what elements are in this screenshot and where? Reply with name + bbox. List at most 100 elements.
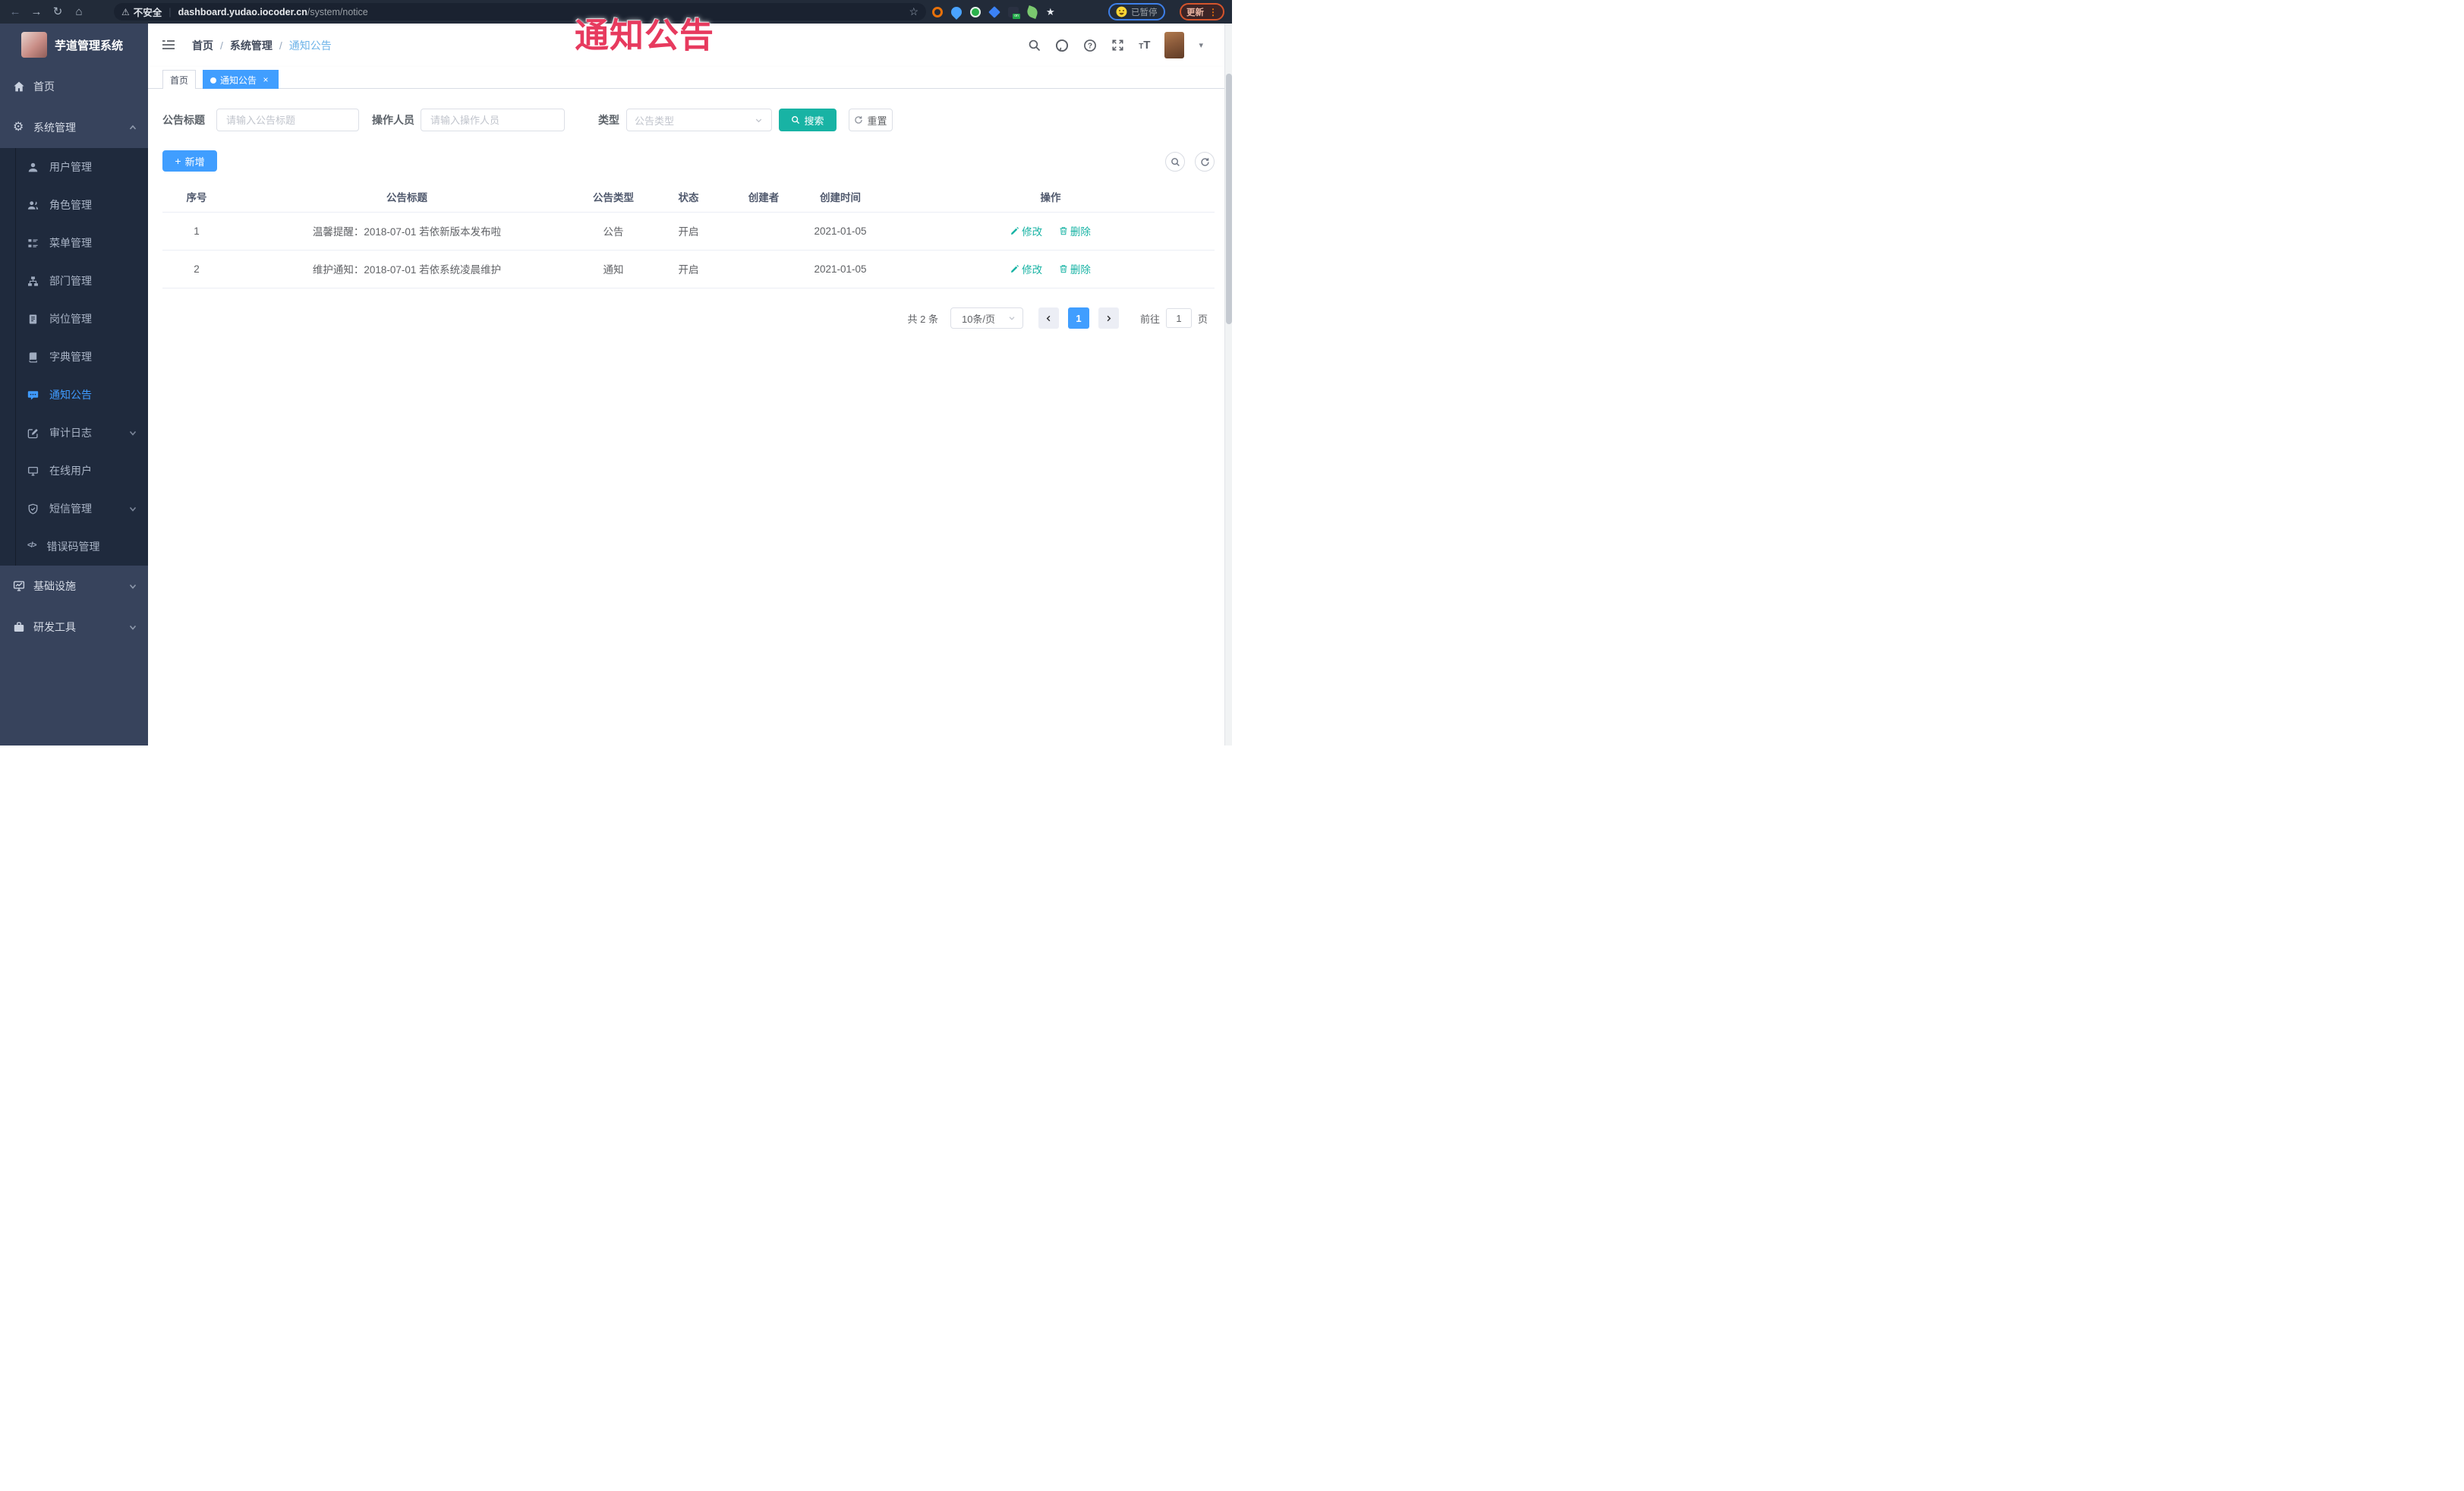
- edit-icon: [1011, 265, 1019, 273]
- sidebar-item-notices[interactable]: 通知公告: [0, 376, 148, 414]
- sidebar-item-label: 错误码管理: [46, 541, 100, 553]
- sidebar-item-infrastructure[interactable]: 基础设施: [0, 566, 148, 607]
- top-navbar: 首页 / 系统管理 / 通知公告 ? TT ▾: [148, 24, 1224, 67]
- security-warning-label[interactable]: 不安全: [134, 5, 162, 19]
- sidebar: 芋道管理系统 首页 ⚙ 系统管理 用户管理 角色管理 菜单管理 部门管理 岗位管…: [0, 24, 148, 746]
- fullscreen-icon[interactable]: [1111, 39, 1124, 52]
- sidebar-item-system[interactable]: ⚙ 系统管理: [0, 107, 148, 148]
- page-content: 公告标题 操作人员 类型 公告类型 搜索 重置 + 新增: [148, 89, 1224, 746]
- prev-page-button[interactable]: [1038, 307, 1059, 329]
- avatar-caret-icon[interactable]: ▾: [1199, 40, 1203, 50]
- navbar-actions: ? TT ▾: [1028, 24, 1203, 67]
- browser-menu-icon[interactable]: ⋮: [1208, 7, 1218, 17]
- goto-page-input[interactable]: [1165, 308, 1192, 328]
- notice-title-input[interactable]: [216, 109, 359, 131]
- address-bar[interactable]: ⚠ 不安全 | dashboard.yudao.iocoder.cn/syste…: [114, 3, 926, 20]
- browser-home-icon[interactable]: ⌂: [68, 0, 90, 24]
- extension-green-icon[interactable]: [970, 6, 981, 17]
- profile-paused-badge[interactable]: 已暂停: [1108, 3, 1165, 20]
- delete-link[interactable]: 删除: [1059, 261, 1091, 276]
- chevron-down-icon: [754, 115, 764, 125]
- extension-leaf-icon[interactable]: [1026, 5, 1039, 19]
- chevron-left-icon: [1046, 315, 1051, 321]
- sidebar-item-label: 字典管理: [49, 351, 92, 363]
- monitor-chart-icon: [13, 580, 25, 592]
- sidebar-item-roles[interactable]: 角色管理: [0, 186, 148, 224]
- sidebar-item-label: 系统管理: [33, 121, 76, 134]
- add-button-label: 新增: [184, 156, 205, 168]
- cell-operation: 修改 删除: [887, 212, 1215, 251]
- refresh-icon: [855, 116, 863, 124]
- edit-label: 修改: [1022, 264, 1043, 276]
- sidebar-item-online-users[interactable]: 在线用户: [0, 452, 148, 490]
- sidebar-item-users[interactable]: 用户管理: [0, 148, 148, 186]
- chevron-up-icon: [128, 123, 137, 132]
- add-button[interactable]: + 新增: [162, 150, 217, 172]
- user-icon: [27, 162, 39, 173]
- extension-diamond-icon[interactable]: [988, 5, 1000, 18]
- tab-close-icon[interactable]: ×: [260, 74, 271, 86]
- tab-home[interactable]: 首页: [162, 70, 197, 90]
- sidebar-toggle-icon[interactable]: [162, 39, 175, 51]
- bookmark-star-icon[interactable]: ☆: [909, 5, 918, 18]
- help-icon[interactable]: ?: [1083, 39, 1097, 52]
- extension-ring-icon[interactable]: [932, 6, 943, 17]
- chevron-down-icon: [128, 623, 137, 632]
- sidebar-item-audit-log[interactable]: 审计日志: [0, 414, 148, 452]
- sidebar-item-menus[interactable]: 菜单管理: [0, 224, 148, 262]
- browser-update-button[interactable]: 更新 ⋮: [1180, 3, 1224, 20]
- page-number-button[interactable]: 1: [1067, 307, 1089, 329]
- font-size-icon[interactable]: TT: [1139, 39, 1150, 52]
- sidebar-item-posts[interactable]: 岗位管理: [0, 300, 148, 338]
- toolbox-icon: [13, 621, 25, 633]
- sidebar-item-dev-tools[interactable]: 研发工具: [0, 607, 148, 648]
- sidebar-item-dictionary[interactable]: 字典管理: [0, 338, 148, 376]
- header-create-time: 创建时间: [794, 181, 887, 213]
- chevron-down-icon: [128, 582, 137, 591]
- reset-button[interactable]: 重置: [849, 109, 893, 131]
- delete-link[interactable]: 删除: [1059, 223, 1091, 238]
- home-icon: [13, 80, 25, 93]
- scrollbar-thumb[interactable]: [1226, 74, 1232, 324]
- breadcrumb: 首页 / 系统管理 / 通知公告: [192, 24, 332, 67]
- type-select[interactable]: 公告类型: [626, 109, 772, 131]
- badge-icon: [27, 314, 39, 325]
- breadcrumb-home[interactable]: 首页: [192, 38, 213, 53]
- sidebar-item-label: 用户管理: [49, 161, 92, 173]
- breadcrumb-system[interactable]: 系统管理: [230, 38, 273, 53]
- scrollbar-track[interactable]: [1224, 24, 1232, 746]
- toggle-search-button[interactable]: [1165, 152, 1185, 172]
- cell-no: 1: [162, 212, 231, 251]
- app-logo[interactable]: 芋道管理系统: [0, 24, 148, 66]
- chat-bubble-icon: [27, 389, 39, 401]
- emoji-avatar-icon: [1116, 6, 1127, 17]
- extension-switch-icon[interactable]: on: [1008, 6, 1020, 19]
- sidebar-item-label: 角色管理: [49, 199, 92, 211]
- sidebar-item-label: 基础设施: [33, 580, 76, 592]
- forward-icon[interactable]: →: [26, 0, 47, 24]
- extension-drop-icon[interactable]: [949, 4, 964, 20]
- search-button[interactable]: 搜索: [779, 109, 837, 131]
- refresh-table-button[interactable]: [1195, 152, 1215, 172]
- sidebar-item-error-codes[interactable]: </> 错误码管理: [0, 528, 148, 566]
- sidebar-item-departments[interactable]: 部门管理: [0, 262, 148, 300]
- reload-icon[interactable]: ↻: [47, 0, 68, 24]
- sidebar-item-label: 短信管理: [49, 503, 92, 515]
- operator-input[interactable]: [421, 109, 565, 131]
- next-page-button[interactable]: [1098, 307, 1119, 329]
- edit-link[interactable]: 修改: [1010, 261, 1042, 276]
- user-avatar[interactable]: [1164, 32, 1185, 58]
- back-icon[interactable]: ←: [5, 0, 26, 24]
- page-size-select[interactable]: 10条/页: [950, 307, 1023, 329]
- page-size-value: 10条/页: [961, 313, 996, 325]
- search-icon[interactable]: [1028, 39, 1041, 52]
- extension-puzzle-icon[interactable]: ★: [1046, 6, 1055, 17]
- github-icon[interactable]: [1055, 39, 1069, 52]
- app-title: 芋道管理系统: [55, 39, 124, 52]
- sidebar-item-sms[interactable]: 短信管理: [0, 490, 148, 528]
- trash-icon: [1060, 227, 1067, 235]
- type-select-placeholder: 公告类型: [635, 115, 675, 127]
- sidebar-item-home[interactable]: 首页: [0, 66, 148, 107]
- tab-notices[interactable]: 通知公告 ×: [203, 70, 279, 90]
- edit-link[interactable]: 修改: [1010, 223, 1042, 238]
